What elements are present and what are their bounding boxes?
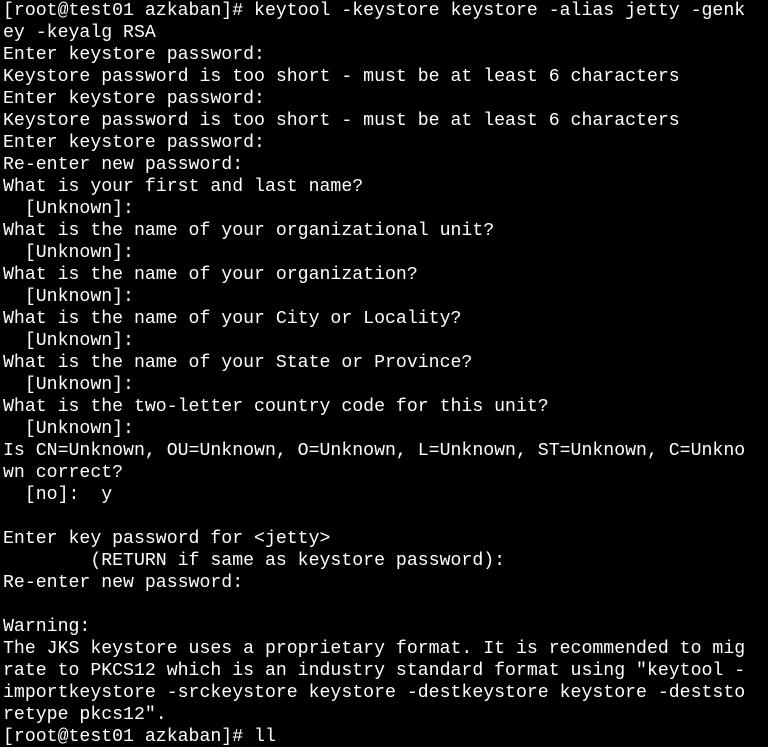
terminal-line: importkeystore -srckeystore keystore -de… [3,683,746,703]
terminal-line: What is the two-letter country code for … [3,397,549,417]
terminal-line: retype pkcs12". [3,705,167,725]
terminal-window[interactable]: [root@test01 azkaban]# keytool -keystore… [0,0,768,747]
terminal-line: [Unknown]: [3,331,134,351]
terminal-line: (RETURN if same as keystore password): [3,551,506,571]
terminal-line: [Unknown]: [3,375,134,395]
terminal-line: Warning: [3,617,91,637]
terminal-line: Re-enter new password: [3,155,244,175]
terminal-line: wn correct? [3,463,124,483]
terminal-line: Re-enter new password: [3,573,244,593]
terminal-line: Keystore password is too short - must be… [3,67,680,87]
terminal-line: [root@test01 azkaban]# keytool -keystore… [3,1,746,21]
terminal-line: rate to PKCS12 which is an industry stan… [3,661,746,681]
terminal-line: Enter key password for <jetty> [3,529,331,549]
terminal-line: [Unknown]: [3,419,134,439]
terminal-line: The JKS keystore uses a proprietary form… [3,639,746,659]
terminal-line: What is your first and last name? [3,177,364,197]
terminal-line: What is the name of your State or Provin… [3,353,473,373]
terminal-line: Enter keystore password: [3,89,265,109]
terminal-line: Enter keystore password: [3,45,265,65]
terminal-line: [no]: y [3,485,113,505]
terminal-line: [Unknown]: [3,243,134,263]
terminal-line: Enter keystore password: [3,133,265,153]
terminal-line: What is the name of your City or Localit… [3,309,462,329]
terminal-output: [root@test01 azkaban]# keytool -keystore… [3,0,768,747]
terminal-prompt-line[interactable]: [root@test01 azkaban]# ll [3,726,768,747]
terminal-line: What is the name of your organization? [3,265,418,285]
terminal-line: [Unknown]: [3,199,134,219]
terminal-line: What is the name of your organizational … [3,221,495,241]
terminal-line: [Unknown]: [3,287,134,307]
terminal-line: Is CN=Unknown, OU=Unknown, O=Unknown, L=… [3,441,746,461]
terminal-line: ey -keyalg RSA [3,23,156,43]
terminal-line: Keystore password is too short - must be… [3,111,680,131]
